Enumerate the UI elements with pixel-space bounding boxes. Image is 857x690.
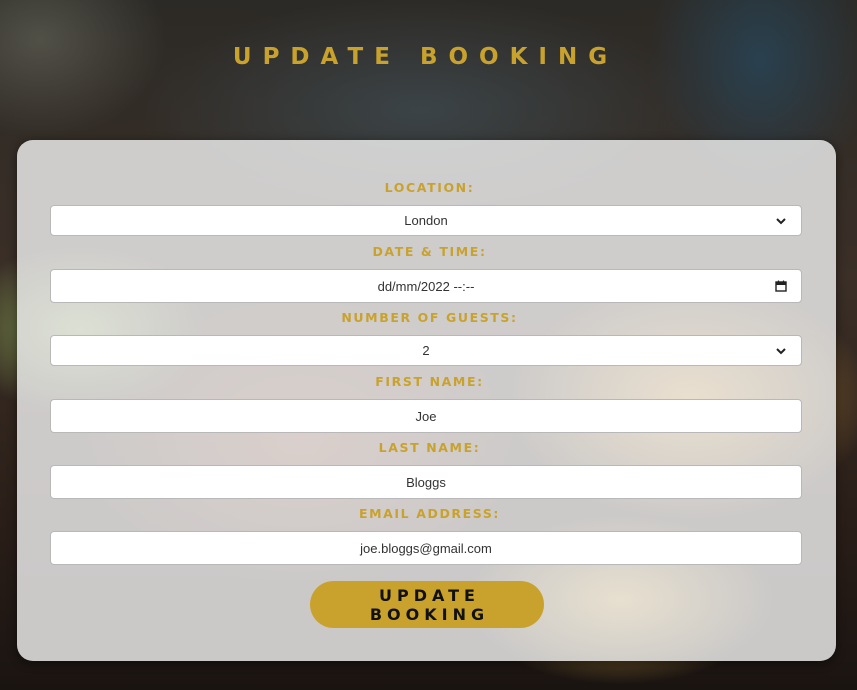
- booking-form: LOCATION: London DATE & TIME: dd/mm/2022…: [17, 140, 836, 661]
- email-value: joe.bloggs@gmail.com: [360, 540, 492, 556]
- first-name-value: Joe: [415, 408, 437, 424]
- guests-label: NUMBER OF GUESTS:: [341, 310, 518, 325]
- chevron-down-icon: [776, 217, 786, 224]
- guests-value: 2: [422, 343, 430, 358]
- guests-select[interactable]: 2: [50, 335, 802, 366]
- datetime-value: dd/mm/2022 --:--: [377, 278, 475, 294]
- email-input[interactable]: joe.bloggs@gmail.com: [50, 531, 802, 565]
- datetime-input[interactable]: dd/mm/2022 --:--: [50, 269, 802, 303]
- page-title: UPDATE BOOKING: [232, 44, 619, 70]
- update-booking-button[interactable]: UPDATE BOOKING: [310, 581, 544, 628]
- datetime-label: DATE & TIME:: [372, 244, 487, 259]
- email-label: EMAIL ADDRESS:: [358, 506, 501, 521]
- chevron-down-icon: [776, 347, 786, 354]
- first-name-label: FIRST NAME:: [375, 374, 484, 389]
- location-value: London: [404, 213, 448, 228]
- calendar-icon[interactable]: [775, 280, 787, 292]
- last-name-input[interactable]: Bloggs: [50, 465, 802, 499]
- location-select[interactable]: London: [50, 205, 802, 236]
- first-name-input[interactable]: Joe: [50, 399, 802, 433]
- location-label: LOCATION:: [384, 180, 475, 195]
- last-name-value: Bloggs: [406, 474, 446, 490]
- last-name-label: LAST NAME:: [378, 440, 481, 455]
